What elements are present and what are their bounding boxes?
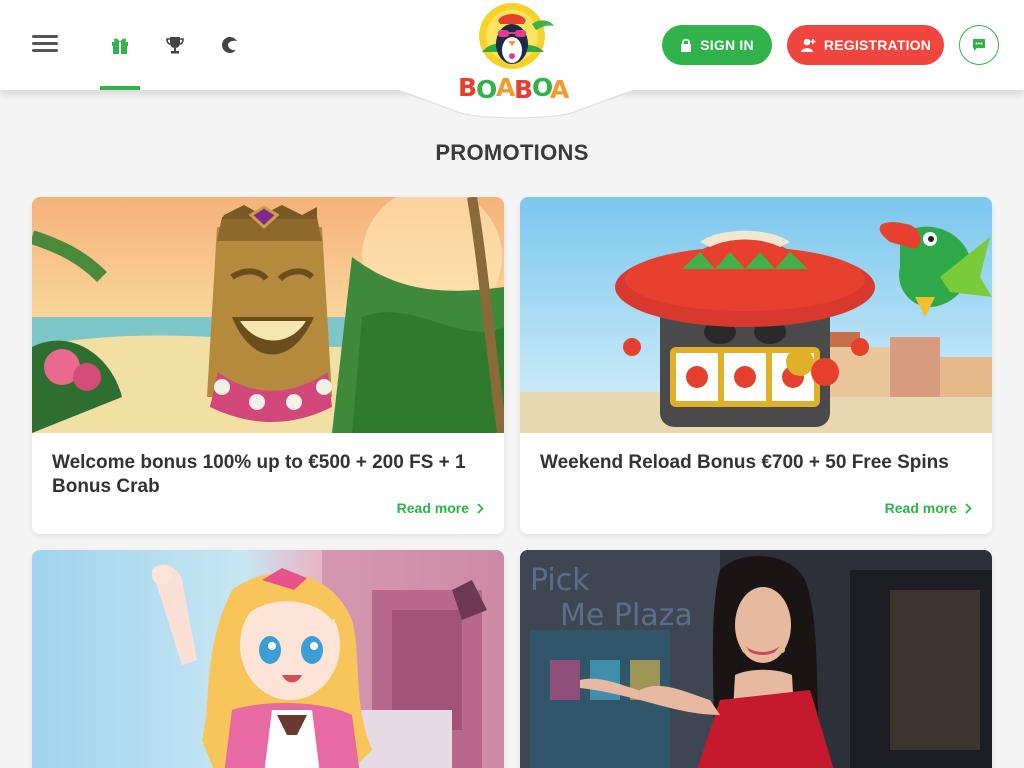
chat-icon xyxy=(973,39,985,51)
svg-text:A: A xyxy=(550,75,570,104)
promo-card[interactable]: Pick Me Plaza xyxy=(520,550,992,768)
promo-image-anime xyxy=(32,550,504,768)
nav-tournaments[interactable] xyxy=(155,30,195,60)
svg-text:B: B xyxy=(458,73,477,102)
promo-image-sombrero xyxy=(520,197,992,433)
lock-icon xyxy=(681,38,692,52)
read-more-link[interactable]: Read more xyxy=(885,500,972,516)
read-more-label: Read more xyxy=(884,500,957,516)
promo-image-tiki xyxy=(32,197,504,433)
svg-text:A: A xyxy=(496,73,516,102)
moon-icon xyxy=(222,37,237,53)
svg-text:O: O xyxy=(476,75,497,104)
boaboa-logo[interactable]: B O A B O A xyxy=(452,0,572,106)
page-title: PROMOTIONS xyxy=(435,140,589,165)
read-more-label: Read more xyxy=(396,500,469,516)
sign-in-button[interactable]: SIGN IN xyxy=(662,25,772,65)
add-user-icon xyxy=(800,38,816,52)
nav-casino[interactable] xyxy=(210,30,250,60)
nav-promotions[interactable] xyxy=(100,30,140,60)
promo-image-dealer: Pick Me Plaza xyxy=(520,550,992,768)
promo-card[interactable]: Welcome bonus 100% up to €500 + 200 FS +… xyxy=(32,197,504,534)
svg-text:Me Plaza: Me Plaza xyxy=(560,598,693,633)
promo-card[interactable] xyxy=(32,550,504,768)
gift-icon xyxy=(112,38,128,54)
sign-in-label: SIGN IN xyxy=(700,37,754,53)
chevron-right-icon xyxy=(477,502,484,514)
trophy-icon xyxy=(166,37,184,54)
svg-text:Pick: Pick xyxy=(530,563,590,598)
svg-text:B: B xyxy=(514,75,533,104)
registration-button[interactable]: REGISTRATION xyxy=(787,25,944,65)
promo-card[interactable]: Weekend Reload Bonus €700 + 50 Free Spin… xyxy=(520,197,992,534)
nav-active-indicator xyxy=(100,86,140,90)
menu-icon[interactable] xyxy=(32,34,58,54)
registration-label: REGISTRATION xyxy=(823,37,932,53)
promo-title: Weekend Reload Bonus €700 + 50 Free Spin… xyxy=(540,452,949,473)
read-more-link[interactable]: Read more xyxy=(397,500,484,516)
chevron-right-icon xyxy=(965,502,972,514)
promo-title: Welcome bonus 100% up to €500 + 200 FS +… xyxy=(52,452,466,497)
chat-button[interactable] xyxy=(959,25,999,65)
